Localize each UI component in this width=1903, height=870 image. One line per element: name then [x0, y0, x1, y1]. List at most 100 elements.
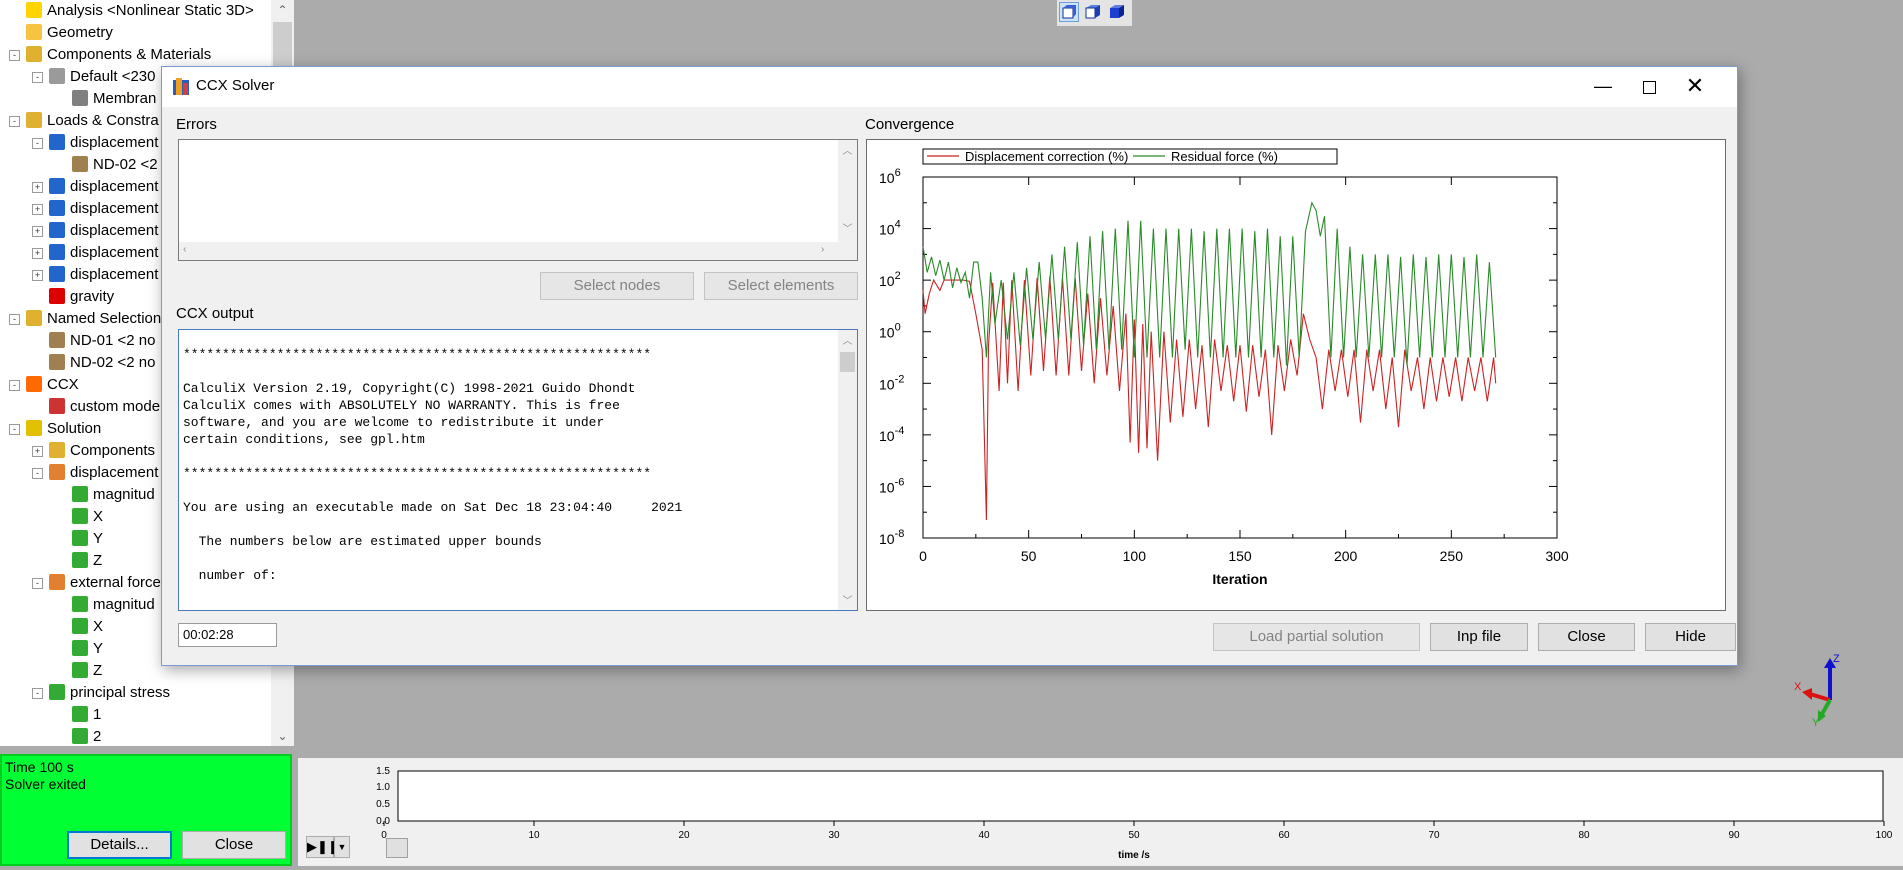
minimize-icon[interactable]: —	[1580, 67, 1626, 107]
close-icon[interactable]: ✕	[1672, 67, 1718, 107]
tree-item-label: Components	[70, 442, 156, 459]
tree-item[interactable]: Y	[72, 638, 103, 660]
tree-expander-icon[interactable]: -	[32, 688, 43, 699]
tree-item[interactable]: Components	[49, 440, 155, 462]
tree-item[interactable]: magnitud	[72, 484, 155, 506]
tree-expander-icon[interactable]: -	[9, 50, 20, 61]
load-partial-solution-button[interactable]: Load partial solution	[1213, 623, 1420, 651]
tree-item[interactable]: displacement	[49, 220, 158, 242]
tree-item[interactable]: 1	[72, 704, 101, 726]
scroll-left-icon[interactable]: ‹	[183, 244, 186, 255]
result-icon	[72, 552, 88, 568]
scroll-down-icon[interactable]: ﹀	[838, 220, 857, 235]
play-menu-chevron-down-icon[interactable]: ▼	[334, 836, 350, 858]
ccx-scroll-thumb[interactable]	[840, 352, 855, 372]
tree-item[interactable]: Default <230	[49, 66, 155, 88]
tree-expander-icon[interactable]: -	[32, 72, 43, 83]
tree-item[interactable]: CCX	[26, 374, 79, 396]
scroll-up-icon[interactable]: ⌃	[271, 0, 294, 20]
tree-item[interactable]: X	[72, 616, 103, 638]
result-icon	[72, 706, 88, 722]
tree-expander-icon[interactable]: -	[9, 424, 20, 435]
scroll-down-icon[interactable]: ⌄	[271, 726, 294, 746]
scroll-right-icon[interactable]: ›	[821, 244, 824, 255]
ccx-output-vscroll[interactable]: ︿ ﹀	[838, 330, 857, 610]
y-tick-label: 10-4	[879, 425, 904, 444]
hide-button[interactable]: Hide	[1645, 623, 1736, 651]
tree-expander-icon[interactable]: -	[9, 380, 20, 391]
tree-item[interactable]: Z	[72, 550, 102, 572]
tree-item[interactable]: displacement	[49, 176, 158, 198]
tree-item[interactable]: Z	[72, 660, 102, 682]
tree-expander-icon[interactable]: -	[32, 468, 43, 479]
tree-item[interactable]: Y	[72, 528, 103, 550]
tree-item[interactable]: external force	[49, 572, 161, 594]
tree-expander-icon[interactable]: -	[9, 116, 20, 127]
select-nodes-button[interactable]: Select nodes	[540, 272, 694, 300]
dialog-close-button[interactable]: Close	[1538, 623, 1635, 651]
status-close-button[interactable]: Close	[182, 831, 286, 859]
play-pause-button[interactable]: ▶❚❚	[306, 836, 339, 858]
y-tick-label: 106	[879, 167, 901, 186]
view-front-icon[interactable]	[1059, 2, 1079, 22]
result-icon	[72, 662, 88, 678]
status-time: Time 100 s	[5, 759, 74, 775]
errors-hscroll[interactable]: ‹ ›	[179, 242, 857, 260]
tree-item[interactable]: magnitud	[72, 594, 155, 616]
tree-item[interactable]: gravity	[49, 286, 114, 308]
tree-item[interactable]: ND-02 <2 no	[49, 352, 155, 374]
tree-item[interactable]: Geometry	[26, 22, 113, 44]
y-tick-label: 104	[879, 219, 901, 238]
tree-item[interactable]: custom mode	[49, 396, 160, 418]
axis-triad-icon: Z X Y	[1794, 653, 1840, 728]
time-slider-handle[interactable]	[386, 838, 408, 858]
tree-item[interactable]: Loads & Constra	[26, 110, 159, 132]
tree-item[interactable]: X	[72, 506, 103, 528]
tree-expander-icon[interactable]: +	[32, 270, 43, 281]
tree-expander-icon[interactable]: +	[32, 226, 43, 237]
errors-box[interactable]: ︿ ﹀ ‹ ›	[178, 139, 858, 261]
x-tick-label: 100	[1123, 548, 1147, 564]
tree-expander-icon[interactable]: -	[32, 138, 43, 149]
tree-item[interactable]: displacement	[49, 264, 158, 286]
tree-item[interactable]: Analysis <Nonlinear Static 3D>	[26, 0, 254, 22]
tree-expander-icon[interactable]: +	[32, 446, 43, 457]
select-elements-button[interactable]: Select elements	[704, 272, 858, 300]
tree-item[interactable]: displacement	[49, 462, 158, 484]
tree-item[interactable]: Solution	[26, 418, 101, 440]
ccx-output-line	[183, 363, 682, 380]
tree-item[interactable]: displacement	[49, 132, 158, 154]
scroll-down-icon[interactable]: ﹀	[838, 592, 857, 607]
dialog-title: CCX Solver	[196, 77, 275, 94]
scroll-up-icon[interactable]: ︿	[838, 332, 857, 347]
time-ytick-label: 1.5	[376, 766, 390, 777]
y-tick-label: 100	[879, 322, 901, 341]
tree-item[interactable]: principal stress	[49, 682, 170, 704]
details-button[interactable]: Details...	[67, 831, 172, 859]
node-set-icon	[72, 156, 88, 172]
ccx-output-box[interactable]: ****************************************…	[178, 329, 858, 611]
tree-item[interactable]: ND-01 <2 no	[49, 330, 155, 352]
errors-vscroll[interactable]: ︿ ﹀	[838, 140, 857, 242]
scroll-up-icon[interactable]: ︿	[838, 142, 857, 157]
tree-item[interactable]: ND-02 <2	[72, 154, 158, 176]
view-iso-icon[interactable]	[1083, 2, 1103, 22]
time-plot-xlabel: time /s	[1118, 850, 1150, 861]
view-solid-icon[interactable]	[1107, 2, 1127, 22]
tree-item[interactable]: Named Selection	[26, 308, 161, 330]
tree-expander-icon[interactable]: -	[9, 314, 20, 325]
time-plot: 1.51.00.50.0 0 10 20 30 40 50 60 70 80 90 100 time…	[298, 758, 1903, 866]
tree-expander-icon[interactable]: +	[32, 204, 43, 215]
tree-expander-icon[interactable]: +	[32, 182, 43, 193]
x-tick-label: 300	[1545, 548, 1569, 564]
maximize-icon[interactable]	[1626, 67, 1672, 107]
tree-item[interactable]: Membran	[72, 88, 156, 110]
tree-item[interactable]: displacement	[49, 242, 158, 264]
tree-expander-icon[interactable]: +	[32, 248, 43, 259]
tree-item[interactable]: Components & Materials	[26, 44, 211, 66]
dialog-titlebar[interactable]: CCX Solver — ✕	[162, 67, 1737, 107]
tree-expander-icon[interactable]: -	[32, 578, 43, 589]
tree-item[interactable]: displacement	[49, 198, 158, 220]
inp-file-button[interactable]: Inp file	[1430, 623, 1528, 651]
tree-item[interactable]: 2	[72, 726, 101, 746]
